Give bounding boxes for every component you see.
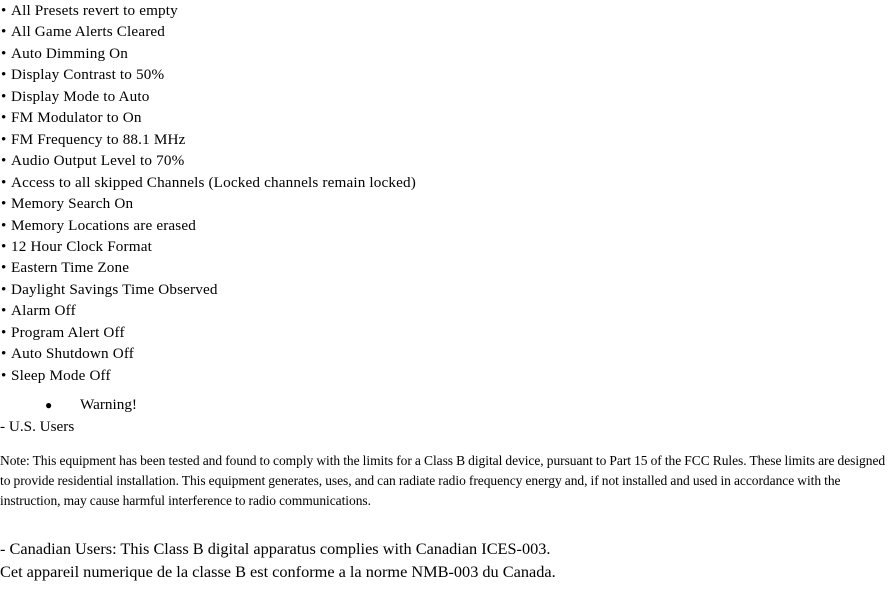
list-item: • Display Contrast to 50% <box>0 64 889 85</box>
list-item-label: 12 Hour Clock Format <box>11 237 152 255</box>
bullet-glyph-icon: • <box>1 302 7 320</box>
list-item: • FM Frequency to 88.1 MHz <box>0 129 889 150</box>
list-item: • Memory Search On <box>0 193 889 214</box>
us-users-subheading: - U.S. Users <box>0 417 75 435</box>
list-item: • Sleep Mode Off <box>0 365 889 386</box>
bullet-glyph-icon: • <box>1 2 7 19</box>
bullet-glyph-icon: • <box>1 280 7 298</box>
canadian-users-section: - Canadian Users: This Class B digital a… <box>0 538 889 583</box>
list-item: • FM Modulator to On <box>0 107 889 128</box>
warning-heading-row: ● Warning! <box>0 394 889 416</box>
list-item: • Auto Dimming On <box>0 43 889 64</box>
bullet-glyph-icon: • <box>1 216 7 234</box>
list-item-label: Memory Search On <box>11 195 134 213</box>
bullet-glyph-icon: • <box>1 237 7 255</box>
list-item-label: Audio Output Level to 70% <box>11 152 185 170</box>
bullet-glyph-icon: • <box>1 345 7 363</box>
canadian-users-line-french: Cet appareil numerique de la classe B es… <box>0 561 556 581</box>
list-item-label: Display Mode to Auto <box>11 87 150 105</box>
list-item-label: All Presets revert to empty <box>11 2 178 19</box>
bullet-glyph-icon: • <box>1 130 7 148</box>
filled-disc-bullet-icon: ● <box>45 398 53 412</box>
canadian-users-line-english: - Canadian Users: This Class B digital a… <box>0 539 551 558</box>
list-item: • Daylight Savings Time Observed <box>0 279 889 300</box>
bullet-glyph-icon: • <box>1 109 7 127</box>
list-item: • 12 Hour Clock Format <box>0 236 889 257</box>
list-item: • Alarm Off <box>0 300 889 321</box>
bullet-glyph-icon: • <box>1 323 7 341</box>
list-item-label: Program Alert Off <box>11 323 125 341</box>
list-item-label: FM Modulator to On <box>11 109 142 127</box>
list-item-label: Access to all skipped Channels (Locked c… <box>11 173 417 191</box>
list-item-label: All Game Alerts Cleared <box>11 23 166 41</box>
list-item: • Audio Output Level to 70% <box>0 150 889 171</box>
list-item-label: Auto Shutdown Off <box>11 345 134 363</box>
list-item-label: Auto Dimming On <box>11 44 129 62</box>
bullet-glyph-icon: • <box>1 44 7 62</box>
list-item: • Eastern Time Zone <box>0 257 889 278</box>
list-item: • Program Alert Off <box>0 322 889 343</box>
bullet-glyph-icon: • <box>1 87 7 105</box>
list-item-label: FM Frequency to 88.1 MHz <box>11 130 186 148</box>
list-item-label: Memory Locations are erased <box>11 216 197 234</box>
warning-section: ● Warning! - U.S. Users <box>0 394 889 437</box>
list-item-label: Display Contrast to 50% <box>11 66 165 84</box>
list-item: • All Game Alerts Cleared <box>0 21 889 42</box>
bullet-glyph-icon: • <box>1 259 7 277</box>
list-item: • Access to all skipped Channels (Locked … <box>0 172 889 193</box>
list-item-label: Alarm Off <box>11 302 76 320</box>
fcc-compliance-note: Note: This equipment has been tested and… <box>0 452 886 509</box>
document-page: • All Presets revert to empty • All Game A… <box>0 0 889 589</box>
bullet-glyph-icon: • <box>1 195 7 213</box>
list-item-label: Daylight Savings Time Observed <box>11 280 218 298</box>
bullet-glyph-icon: • <box>1 23 7 41</box>
list-item: • Display Mode to Auto <box>0 86 889 107</box>
list-item: • Memory Locations are erased <box>0 215 889 236</box>
list-item: • All Presets revert to empty <box>0 0 889 21</box>
bullet-glyph-icon: • <box>1 152 7 170</box>
list-item-label: Sleep Mode Off <box>11 366 111 384</box>
bullet-glyph-icon: • <box>1 173 7 191</box>
bullet-glyph-icon: • <box>1 366 7 384</box>
bullet-glyph-icon: • <box>1 66 7 84</box>
list-item-label: Eastern Time Zone <box>11 259 130 277</box>
warning-heading-label: Warning! <box>80 396 137 413</box>
factory-default-settings-list: • All Presets revert to empty • All Game A… <box>0 0 889 386</box>
list-item: • Auto Shutdown Off <box>0 343 889 364</box>
